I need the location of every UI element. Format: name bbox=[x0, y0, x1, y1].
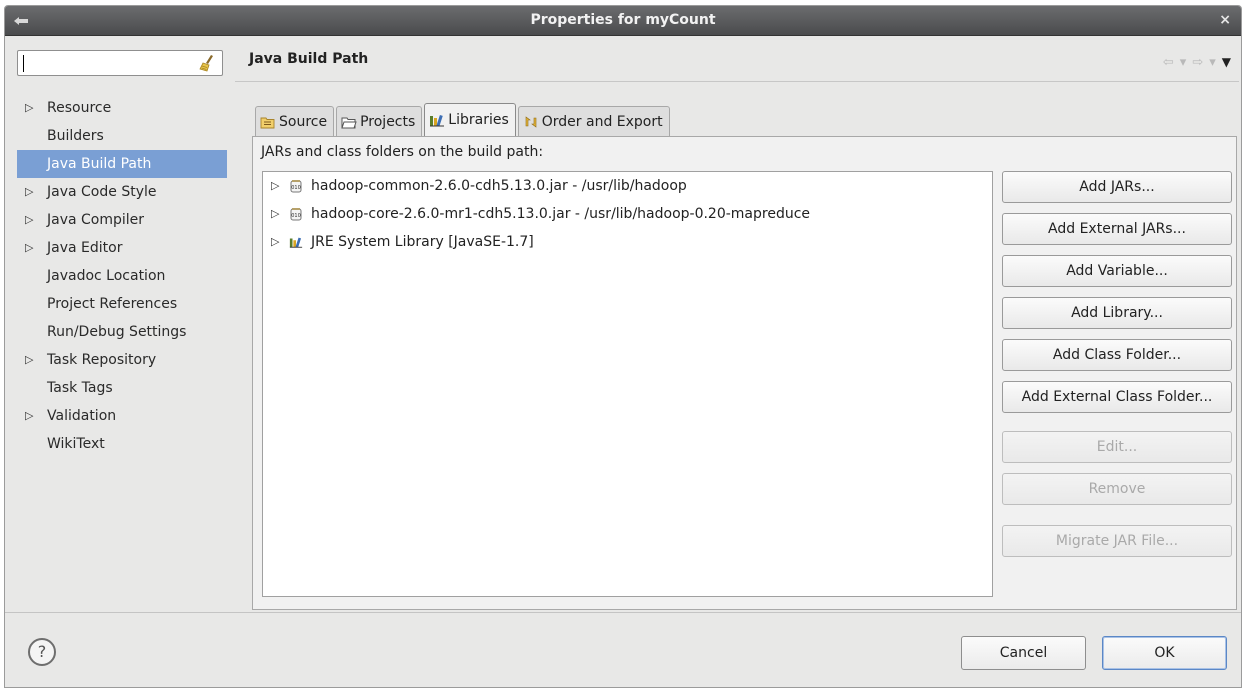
sidebar-item-label: Task Tags bbox=[47, 380, 113, 396]
build-path-list[interactable]: ▷ 010 hadoop-common-2.6.0-cdh5.13.0.jar … bbox=[262, 171, 993, 597]
window-title: Properties for myCount bbox=[530, 12, 716, 28]
forward-icon[interactable]: ⇨ bbox=[1192, 55, 1203, 70]
sidebar-item-label: WikiText bbox=[47, 436, 105, 452]
sidebar-item-task-repository[interactable]: ▷ Task Repository bbox=[17, 346, 227, 374]
ok-button[interactable]: OK bbox=[1102, 636, 1227, 670]
tab-source[interactable]: Source bbox=[255, 106, 335, 136]
filter-input[interactable] bbox=[22, 54, 192, 72]
property-page-tree: ▷ Resource Builders Java Build Path ▷ Java… bbox=[17, 94, 227, 458]
expand-arrow-icon[interactable]: ▷ bbox=[25, 206, 33, 234]
expand-arrow-icon[interactable]: ▷ bbox=[25, 402, 33, 430]
cancel-button[interactable]: Cancel bbox=[961, 636, 1086, 670]
sidebar-item-java-code-style[interactable]: ▷ Java Code Style bbox=[17, 178, 227, 206]
source-folder-icon bbox=[260, 117, 275, 128]
edit-button[interactable]: Edit... bbox=[1002, 431, 1232, 463]
title-bar: Properties for myCount × bbox=[5, 6, 1241, 36]
sidebar-item-project-references[interactable]: Project References bbox=[17, 290, 227, 318]
svg-text:010: 010 bbox=[291, 185, 301, 191]
forward-dropdown-icon[interactable]: ▾ bbox=[1209, 55, 1216, 70]
expand-arrow-icon[interactable]: ▷ bbox=[25, 234, 33, 262]
sidebar-item-label: Validation bbox=[47, 408, 117, 424]
add-library-button[interactable]: Add Library... bbox=[1002, 297, 1232, 329]
library-icon bbox=[289, 237, 303, 248]
entry-label: JRE System Library [JavaSE-1.7] bbox=[311, 234, 534, 250]
sidebar-item-java-editor[interactable]: ▷ Java Editor bbox=[17, 234, 227, 262]
filter-field[interactable] bbox=[17, 50, 223, 76]
add-jars-button[interactable]: Add JARs... bbox=[1002, 171, 1232, 203]
libraries-icon bbox=[430, 114, 445, 127]
sidebar-item-label: Builders bbox=[47, 128, 104, 144]
tab-projects[interactable]: Projects bbox=[336, 106, 423, 136]
add-external-jars-button[interactable]: Add External JARs... bbox=[1002, 213, 1232, 245]
sidebar-item-label: Java Build Path bbox=[47, 156, 152, 172]
list-item[interactable]: ▷ 010 hadoop-core-2.6.0-mr1-cdh5.13.0.ja… bbox=[263, 200, 992, 228]
list-item[interactable]: ▷ JRE System Library [JavaSE-1.7] bbox=[263, 228, 992, 256]
jar-icon: 010 bbox=[290, 208, 302, 221]
tab-libraries[interactable]: Libraries bbox=[424, 103, 516, 136]
close-icon[interactable]: × bbox=[1219, 12, 1231, 28]
main-content: Java Build Path ⇦ ▾ ⇨ ▾ ▼ Source Project… bbox=[235, 43, 1239, 615]
expand-arrow-icon[interactable]: ▷ bbox=[271, 228, 279, 256]
tab-label: Libraries bbox=[448, 112, 509, 128]
view-menu-icon[interactable]: ▼ bbox=[1222, 55, 1231, 70]
page-title: Java Build Path bbox=[249, 51, 369, 67]
expand-arrow-icon[interactable]: ▷ bbox=[271, 200, 279, 228]
sidebar-item-java-build-path[interactable]: Java Build Path bbox=[17, 150, 227, 178]
sidebar-item-label: Java Compiler bbox=[47, 212, 145, 228]
sidebar-item-label: Resource bbox=[47, 100, 112, 116]
expand-arrow-icon[interactable]: ▷ bbox=[25, 346, 33, 374]
expand-arrow-icon[interactable]: ▷ bbox=[25, 178, 33, 206]
back-icon[interactable]: ⇦ bbox=[1163, 55, 1174, 70]
libraries-panel: JARs and class folders on the build path… bbox=[252, 136, 1237, 610]
remove-button[interactable]: Remove bbox=[1002, 473, 1232, 505]
jar-icon: 010 bbox=[290, 180, 302, 193]
sidebar-item-label: Java Editor bbox=[47, 240, 123, 256]
add-class-folder-button[interactable]: Add Class Folder... bbox=[1002, 339, 1232, 371]
expand-arrow-icon[interactable]: ▷ bbox=[271, 172, 279, 200]
sidebar: ▷ Resource Builders Java Build Path ▷ Java… bbox=[15, 48, 227, 598]
back-dropdown-icon[interactable]: ▾ bbox=[1180, 55, 1187, 70]
expand-arrow-icon[interactable]: ▷ bbox=[25, 94, 33, 122]
svg-text:010: 010 bbox=[291, 213, 301, 219]
sidebar-item-label: Javadoc Location bbox=[47, 268, 166, 284]
sidebar-item-task-tags[interactable]: Task Tags bbox=[17, 374, 227, 402]
sidebar-item-java-compiler[interactable]: ▷ Java Compiler bbox=[17, 206, 227, 234]
sidebar-item-label: Run/Debug Settings bbox=[47, 324, 187, 340]
sidebar-item-label: Java Code Style bbox=[47, 184, 157, 200]
footer-divider bbox=[5, 612, 1241, 613]
sidebar-item-resource[interactable]: ▷ Resource bbox=[17, 94, 227, 122]
sidebar-item-label: Task Repository bbox=[47, 352, 157, 368]
sidebar-item-builders[interactable]: Builders bbox=[17, 122, 227, 150]
header-divider bbox=[235, 81, 1239, 82]
projects-folder-icon bbox=[341, 117, 357, 128]
tab-label: Source bbox=[279, 113, 328, 130]
add-external-class-folder-button[interactable]: Add External Class Folder... bbox=[1002, 381, 1232, 413]
sidebar-item-label: Project References bbox=[47, 296, 178, 312]
add-variable-button[interactable]: Add Variable... bbox=[1002, 255, 1232, 287]
tab-order-and-export[interactable]: Order and Export bbox=[517, 106, 670, 136]
sidebar-item-run-debug-settings[interactable]: Run/Debug Settings bbox=[17, 318, 227, 346]
order-export-icon bbox=[525, 115, 537, 128]
sidebar-item-wikitext[interactable]: WikiText bbox=[17, 430, 227, 458]
tab-label: Projects bbox=[360, 113, 416, 130]
sidebar-item-validation[interactable]: ▷ Validation bbox=[17, 402, 227, 430]
help-icon[interactable]: ? bbox=[28, 638, 56, 666]
clear-filter-icon[interactable] bbox=[198, 53, 218, 73]
entry-label: hadoop-core-2.6.0-mr1-cdh5.13.0.jar - /u… bbox=[311, 206, 811, 222]
tab-label: Order and Export bbox=[541, 113, 663, 130]
panel-description: JARs and class folders on the build path… bbox=[261, 144, 544, 160]
sidebar-item-javadoc-location[interactable]: Javadoc Location bbox=[17, 262, 227, 290]
properties-dialog: Properties for myCount × ▷ Resource Build… bbox=[4, 5, 1242, 688]
migrate-jar-button[interactable]: Migrate JAR File... bbox=[1002, 525, 1232, 557]
entry-label: hadoop-common-2.6.0-cdh5.13.0.jar - /usr… bbox=[311, 178, 687, 194]
list-item[interactable]: ▷ 010 hadoop-common-2.6.0-cdh5.13.0.jar … bbox=[263, 172, 992, 200]
build-path-tabs: Source Projects Libraries Order and Expo… bbox=[255, 103, 672, 136]
page-navigation: ⇦ ▾ ⇨ ▾ ▼ bbox=[1163, 55, 1231, 70]
